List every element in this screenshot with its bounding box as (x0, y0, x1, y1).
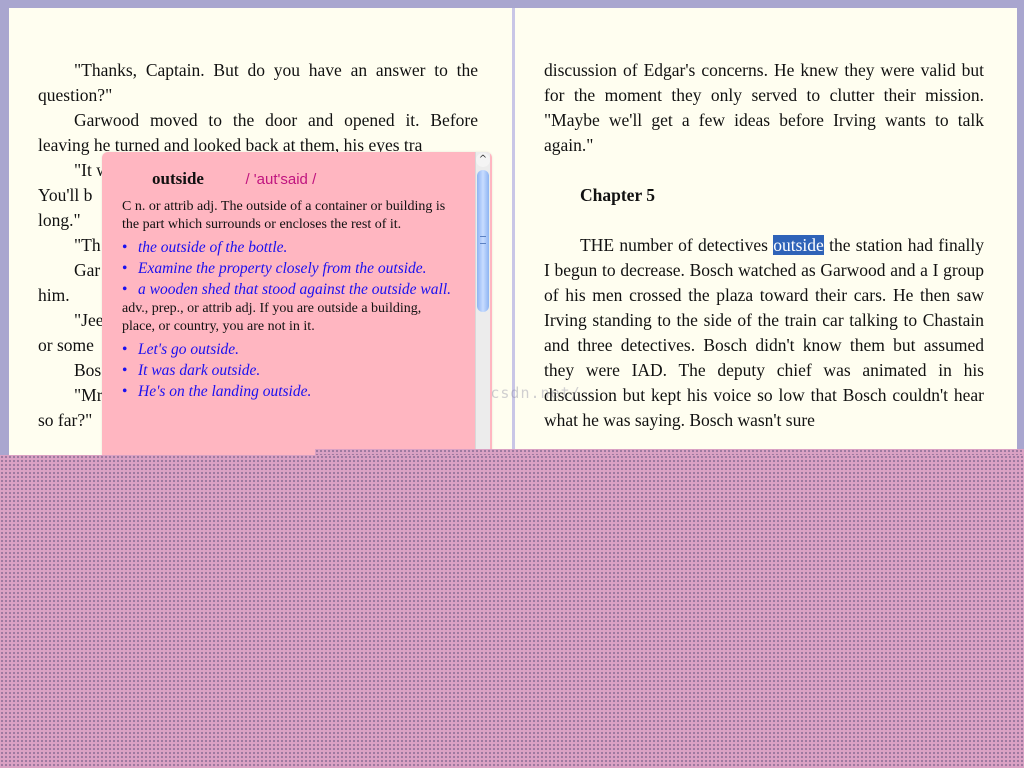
bullet-icon: • (122, 383, 128, 400)
scroll-up-arrow-icon[interactable]: ^ (476, 153, 490, 167)
paragraph-text-before: THE number of detectives (580, 235, 774, 255)
example: • Let's go outside. (122, 341, 240, 358)
bullet-icon: • (122, 260, 128, 277)
right-paragraph-1: discussion of Edgar's concerns. He knew … (544, 60, 984, 155)
left-paragraph: "Thanks, Captain. But do you have an ans… (38, 60, 478, 105)
right-page: discussion of Edgar's concerns. He knew … (515, 8, 1017, 468)
chapter-title: Chapter 5 (580, 185, 656, 205)
example: • the outside of the bottle. (122, 239, 288, 256)
dictionary-header: outside / 'aut'said / (122, 170, 452, 190)
example: • He's on the landing outside. (122, 383, 312, 400)
selected-word[interactable]: outside (773, 235, 824, 255)
popup-scrollbar[interactable]: ^ (475, 152, 490, 462)
definition-2: adv., prep., or attrib adj. If you are o… (122, 301, 422, 334)
bullet-icon: • (122, 362, 128, 379)
headword: outside (152, 169, 204, 188)
right-paragraph-2: THE number of detectives outside the sta… (544, 233, 984, 433)
right-page-text: discussion of Edgar's concerns. He knew … (544, 58, 984, 433)
example: • a wooden shed that stood against the ou… (122, 281, 452, 298)
example: • It was dark outside. (122, 362, 261, 379)
bullet-icon: • (122, 239, 128, 256)
pronunciation: / 'aut'said / (245, 171, 317, 188)
grip-icon (480, 236, 486, 244)
dictionary-popup[interactable]: outside / 'aut'said / C n. or attrib adj… (102, 152, 492, 462)
dotted-overlay (0, 455, 1024, 768)
scrollbar-thumb[interactable] (477, 170, 489, 312)
left-paragraph: Garwood moved to the door and opened it.… (38, 110, 478, 155)
definition-1: C n. or attrib adj. The outside of a con… (122, 199, 446, 232)
example: • Examine the property closely from the o… (122, 260, 427, 277)
bullet-icon: • (122, 341, 128, 358)
paragraph-text-after: the station had finally I begun to decre… (544, 235, 984, 430)
dictionary-content: outside / 'aut'said / C n. or attrib adj… (122, 170, 452, 402)
bullet-icon: • (122, 281, 128, 298)
